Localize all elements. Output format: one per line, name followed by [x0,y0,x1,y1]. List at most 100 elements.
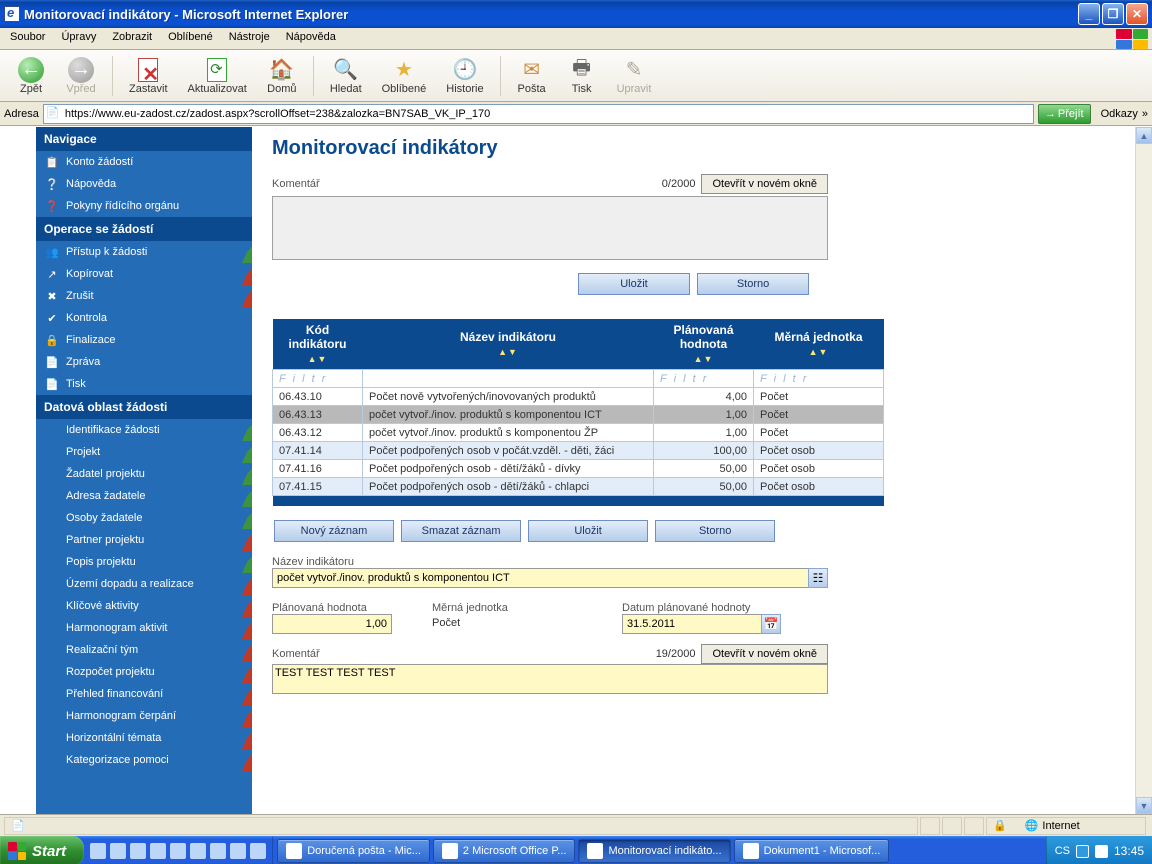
go-button[interactable]: Přejít [1038,104,1091,124]
ql-icon[interactable] [90,843,106,859]
menu-help[interactable]: Nápověda [278,28,344,49]
sidebar-item[interactable]: Osoby žadatele [36,507,252,529]
sidebar-item[interactable]: 📄Zpráva [36,351,252,373]
ql-icon[interactable] [250,843,266,859]
toolbar-edit[interactable]: ✎ Upravit [607,55,662,97]
cancel-button-2[interactable]: Storno [655,520,775,542]
toolbar-favorites[interactable]: ★ Oblíbené [372,55,437,97]
date-picker-button[interactable]: 📅 [761,614,781,634]
language-indicator[interactable]: CS [1055,845,1070,857]
sidebar-item[interactable]: 📄Tisk [36,373,252,395]
save-button-2[interactable]: Uložit [528,520,648,542]
comment2-textarea[interactable]: TEST TEST TEST TEST [272,664,828,694]
table-row[interactable]: 06.43.13počet vytvoř./inov. produktů s k… [273,406,884,424]
save-button[interactable]: Uložit [578,273,690,295]
open-new-window-button-2[interactable]: Otevřít v novém okně [701,644,828,664]
taskbar-app-button[interactable]: Doručená pošta - Mic... [277,839,430,863]
window-close-button[interactable]: ✕ [1126,3,1148,25]
taskbar-app-button[interactable]: Dokument1 - Microsof... [734,839,890,863]
sidebar-item[interactable]: Adresa žadatele [36,485,252,507]
toolbar-history[interactable]: 🕘 Historie [436,55,493,97]
chevron-right-icon[interactable]: » [1142,108,1148,120]
sidebar-item[interactable]: Partner projektu [36,529,252,551]
scroll-up-button[interactable]: ▲ [1136,127,1152,144]
sidebar-item[interactable]: Harmonogram aktivit [36,617,252,639]
sidebar-item[interactable]: ❓Pokyny řídícího orgánu [36,195,252,217]
ql-icon[interactable] [210,843,226,859]
table-row[interactable]: 07.41.16Počet podpořených osob - dětí/žá… [273,460,884,478]
start-button[interactable]: Start [0,836,84,864]
sidebar-item[interactable]: ✔Kontrola [36,307,252,329]
new-record-button[interactable]: Nový záznam [274,520,394,542]
address-field[interactable]: 📄 https://www.eu-zadost.cz/zadost.aspx?s… [43,104,1034,124]
sidebar-item[interactable]: 📋Konto žádostí [36,151,252,173]
delete-record-button[interactable]: Smazat záznam [401,520,521,542]
open-new-window-button[interactable]: Otevřít v novém okně [701,174,828,194]
scroll-down-button[interactable]: ▼ [1136,797,1152,814]
✖-icon: ✖ [44,289,60,303]
toolbar-stop[interactable]: Zastavit [119,55,178,97]
scroll-track[interactable] [1136,144,1152,797]
sidebar-item[interactable]: Projekt [36,441,252,463]
ql-icon[interactable] [150,843,166,859]
clock[interactable]: 13:45 [1114,844,1144,858]
ql-icon[interactable] [170,843,186,859]
toolbar-back[interactable]: ← Zpět [6,55,56,97]
toolbar-print[interactable]: 🖶 Tisk [557,55,607,97]
cancel-button[interactable]: Storno [697,273,809,295]
sidebar-item[interactable]: Žadatel projektu [36,463,252,485]
ql-icon[interactable] [190,843,206,859]
menu-view[interactable]: Zobrazit [104,28,160,49]
sidebar-item[interactable]: 👥Přístup k žádosti [36,241,252,263]
sidebar-item[interactable]: ↗Kopírovat [36,263,252,285]
indicator-name-input[interactable] [272,568,809,588]
grid-filter-row[interactable]: F i l t rF i l t rF i l t r [273,370,884,388]
taskbar-app-button[interactable]: Monitorovací indikáto... [578,839,730,863]
sidebar-item[interactable]: ❔Nápověda [36,173,252,195]
toolbar-home[interactable]: 🏠 Domů [257,55,307,97]
sidebar-item[interactable]: Území dopadu a realizace [36,573,252,595]
menu-favorites[interactable]: Oblíbené [160,28,221,49]
name-picker-button[interactable]: ☷ [808,568,828,588]
table-row[interactable]: 06.43.12počet vytvoř./inov. produktů s k… [273,424,884,442]
toolbar-search[interactable]: 🔍 Hledat [320,55,372,97]
sidebar-item[interactable]: Realizační tým [36,639,252,661]
sidebar-item[interactable]: Rozpočet projektu [36,661,252,683]
grid-col-code[interactable]: Kód indikátoru▲▼ [273,319,363,370]
planned-value-input[interactable] [272,614,392,634]
sidebar-item[interactable]: Kategorizace pomoci [36,749,252,771]
table-row[interactable]: 07.41.14Počet podpořených osob v počát.v… [273,442,884,460]
menu-file[interactable]: Soubor [2,28,53,49]
ql-icon[interactable] [230,843,246,859]
window-minimize-button[interactable]: _ [1078,3,1100,25]
sidebar-item[interactable]: Přehled financování [36,683,252,705]
grid-col-name[interactable]: Název indikátoru▲▼ [363,319,654,370]
grid-col-value[interactable]: Plánovaná hodnota▲▼ [654,319,754,370]
sidebar-item[interactable]: Identifikace žádosti [36,419,252,441]
taskbar-app-button[interactable]: 2 Microsoft Office P... [433,839,576,863]
comment-textarea[interactable] [272,196,828,260]
tray-icon[interactable] [1095,845,1108,858]
status-edge [242,529,252,551]
sidebar-item[interactable]: Horizontální témata [36,727,252,749]
ql-icon[interactable] [110,843,126,859]
menu-edit[interactable]: Úpravy [53,28,104,49]
sidebar-item[interactable]: Klíčové aktivity [36,595,252,617]
window-restore-button[interactable]: ❐ [1102,3,1124,25]
table-row[interactable]: 07.41.15Počet podpořených osob - dětí/žá… [273,478,884,496]
grid-col-unit[interactable]: Měrná jednotka▲▼ [754,319,884,370]
toolbar-forward[interactable]: → Vpřed [56,55,106,97]
ql-icon[interactable] [130,843,146,859]
tray-icon[interactable] [1076,845,1089,858]
planned-date-input[interactable] [622,614,762,634]
sidebar-item[interactable]: 🔒Finalizace [36,329,252,351]
toolbar-refresh[interactable]: Aktualizovat [178,55,257,97]
sidebar-item[interactable]: Harmonogram čerpání [36,705,252,727]
sidebar-item[interactable]: ✖Zrušit [36,285,252,307]
table-row[interactable]: 06.43.10Počet nově vytvořených/inovovaný… [273,388,884,406]
links-button[interactable]: Odkazy [1101,108,1138,120]
toolbar-mail[interactable]: ✉ Pošta [507,55,557,97]
sidebar-item[interactable]: Popis projektu [36,551,252,573]
menu-tools[interactable]: Nástroje [221,28,278,49]
scrollbar-vertical[interactable]: ▲ ▼ [1135,127,1152,814]
